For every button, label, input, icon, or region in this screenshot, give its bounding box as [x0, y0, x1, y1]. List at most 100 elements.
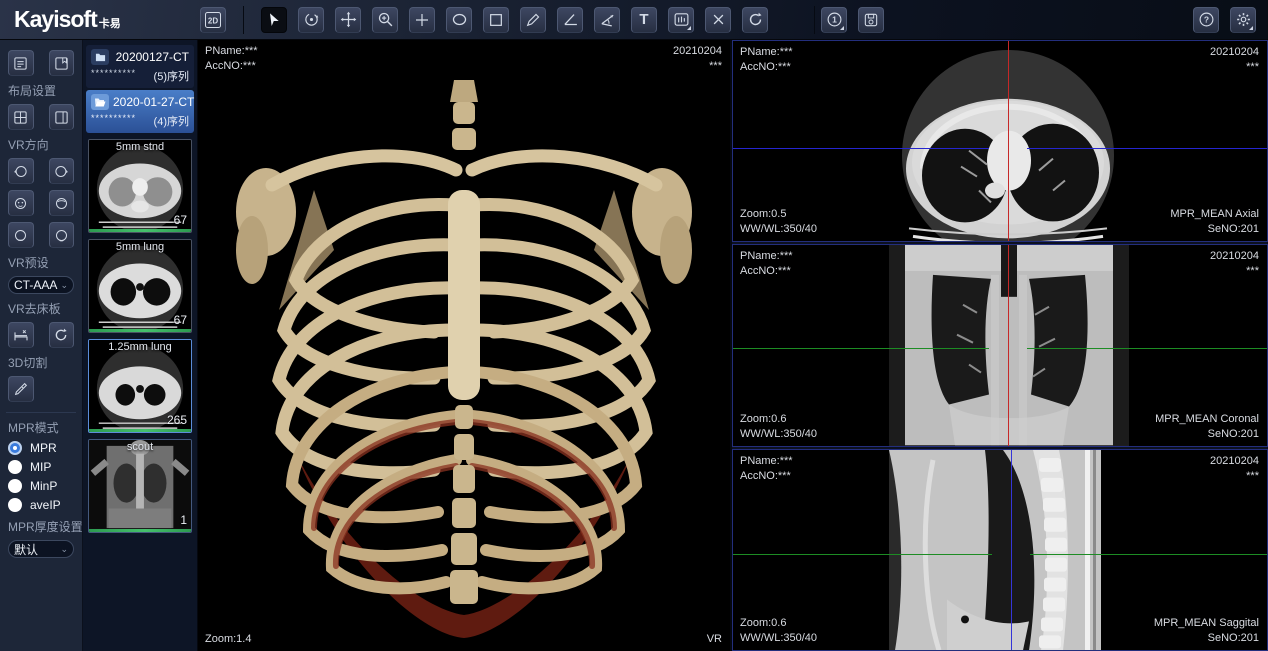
pname-text: PName:***: [740, 249, 793, 264]
remove-bed-button[interactable]: [8, 322, 34, 348]
coronal-overlay-mode: MPR_MEAN Coronal SeNO:201: [1155, 412, 1259, 442]
head-back-icon: [54, 196, 69, 211]
rectangle-tool-button[interactable]: [483, 7, 509, 33]
vr-overlay-patient: PName:*** AccNO:***: [205, 44, 258, 74]
top-toolbar: Kayisoft 卡易 2D: [0, 0, 1268, 40]
vr-ribcage-rendering: [198, 40, 730, 651]
axial-overlay-date: 20210204 ***: [1210, 45, 1259, 75]
axial-horizontal-reference-line[interactable]: [733, 148, 1267, 149]
cobb-angle-tool-button[interactable]: [594, 7, 620, 33]
layout-main-right-button[interactable]: [49, 104, 75, 130]
thumbnail-progress-bar: [89, 429, 191, 432]
coronal-horizontal-reference-line[interactable]: [733, 348, 1267, 349]
vr-preset-dropdown[interactable]: CT-AAA ⌄: [8, 276, 74, 294]
thumbnail-image-count: 265: [167, 413, 187, 427]
thumbnail-progress-bar: [89, 229, 191, 232]
series-thumbnail-5mm-lung[interactable]: 5mm lung 67: [88, 239, 192, 333]
thumbnail-image-count: 1: [180, 513, 187, 527]
mpr-mode-text: MPR_MEAN Coronal: [1155, 412, 1259, 427]
panel-bookmark-icon: [54, 56, 69, 71]
vr-orient-posterior-button[interactable]: [49, 190, 75, 216]
mpr-axial-viewport[interactable]: PName:*** AccNO:*** 20210204 *** Zoom:0.…: [732, 40, 1268, 242]
mpr-mode-option-mpr[interactable]: MPR: [8, 441, 74, 455]
overlay-info-button[interactable]: 1: [821, 7, 847, 33]
mpr-mode-option-aveip[interactable]: aveIP: [8, 498, 74, 512]
crosshair-locate-tool-button[interactable]: [409, 7, 435, 33]
remove-bed-label: VR去床板: [8, 300, 74, 317]
help-icon: ?: [1198, 11, 1215, 28]
study-item-2-selected[interactable]: 2020-01-27-CT ********** (4)序列: [86, 90, 194, 133]
text-annotation-tool-button[interactable]: T: [631, 7, 657, 33]
vr-orient-left-button[interactable]: [8, 158, 34, 184]
vr-viewport[interactable]: PName:*** AccNO:*** 20210204 *** Zoom:1.…: [198, 40, 730, 651]
axial-overlay-zoom: Zoom:0.5 WW/WL:350/40: [740, 207, 817, 237]
mpr-mode-option-minp[interactable]: MinP: [8, 479, 74, 493]
sagittal-overlay-date: 20210204 ***: [1210, 454, 1259, 484]
brand-text: Kayisoft: [14, 6, 97, 33]
3d-cut-label: 3D切割: [8, 354, 74, 371]
head-left-icon: [13, 164, 28, 179]
radio-label: MPR: [30, 441, 57, 455]
pan-icon: [340, 11, 357, 28]
mpr-thickness-label: MPR厚度设置: [8, 518, 74, 535]
series-thumbnail-scout[interactable]: scout 1: [88, 439, 192, 533]
vr-orient-right-button[interactable]: [49, 158, 75, 184]
3d-cut-button[interactable]: [8, 376, 34, 402]
angle-tool-button[interactable]: [557, 7, 583, 33]
export-save-button[interactable]: [858, 7, 884, 33]
mpr-panel: PName:*** AccNO:*** 20210204 *** Zoom:0.…: [732, 40, 1268, 651]
series-list-icon: [13, 56, 28, 71]
head-right-icon: [54, 164, 69, 179]
pan-tool-button[interactable]: [335, 7, 361, 33]
mpr-sagittal-viewport[interactable]: PName:*** AccNO:*** 20210204 *** Zoom:0.…: [732, 449, 1268, 651]
pencil-measure-tool-button[interactable]: [520, 7, 546, 33]
rotate-3d-icon: [303, 11, 320, 28]
series-thumbnail-125mm-lung[interactable]: 1.25mm lung 265: [88, 339, 192, 433]
radio-label: MinP: [30, 479, 57, 493]
reset-icon: [53, 327, 69, 343]
vr-orient-anterior-button[interactable]: [8, 190, 34, 216]
delete-tool-button[interactable]: [705, 7, 731, 33]
radio-icon: [8, 479, 22, 493]
study-series-count: (4)序列: [154, 113, 189, 129]
thumbnail-label: 5mm stnd: [89, 141, 191, 153]
reset-tool-button[interactable]: [742, 7, 768, 33]
series-list-layout-button[interactable]: [8, 50, 34, 76]
folder-open-icon: [91, 94, 109, 110]
vr-overlay-mode: VR: [707, 632, 722, 647]
series-panel-toggle-button[interactable]: [49, 50, 75, 76]
select-tool-button[interactable]: [261, 7, 287, 33]
vr-direction-label: VR方向: [8, 136, 74, 153]
head-top-icon: [13, 228, 28, 243]
mpr-mode-label: MPR模式: [8, 419, 74, 436]
ellipse-tool-button[interactable]: [446, 7, 472, 33]
vr-orient-superior-button[interactable]: [8, 222, 34, 248]
study-item-1[interactable]: 20200127-CT ********** (5)序列: [86, 45, 194, 88]
mpr-thickness-value: 默认: [14, 541, 38, 558]
accno-text: AccNO:***: [740, 469, 793, 484]
sagittal-vertical-reference-line[interactable]: [1011, 450, 1012, 650]
settings-button[interactable]: [1230, 7, 1256, 33]
axial-vertical-reference-line[interactable]: [1008, 41, 1009, 241]
mpr-thickness-dropdown[interactable]: 默认 ⌄: [8, 540, 74, 558]
mpr-mode-option-mip[interactable]: MIP: [8, 460, 74, 474]
study-title: 20200127-CT: [113, 50, 189, 64]
series-thumbnail-5mm-stnd[interactable]: 5mm stnd 67: [88, 139, 192, 233]
app-logo: Kayisoft 卡易: [0, 6, 200, 33]
study-date-text: 20210204: [1210, 45, 1259, 60]
vr-orient-inferior-button[interactable]: [49, 222, 75, 248]
remove-bed-reset-button[interactable]: [49, 322, 75, 348]
window-level-text: WW/WL:350/40: [740, 631, 817, 646]
layout-grid-button[interactable]: [8, 104, 34, 130]
coronal-vertical-reference-line[interactable]: [1008, 245, 1009, 445]
2d-view-button[interactable]: 2D: [200, 7, 226, 33]
window-level-icon: [673, 11, 690, 28]
help-button[interactable]: ?: [1193, 7, 1219, 33]
window-level-tool-button[interactable]: [668, 7, 694, 33]
mpr-mode-text: MPR_MEAN Saggital: [1154, 616, 1259, 631]
sagittal-horizontal-reference-line[interactable]: [733, 554, 1267, 555]
zoom-tool-button[interactable]: [372, 7, 398, 33]
mpr-coronal-viewport[interactable]: PName:*** AccNO:*** 20210204 *** Zoom:0.…: [732, 244, 1268, 446]
rotate-3d-tool-button[interactable]: [298, 7, 324, 33]
study-patient-masked: **********: [91, 113, 136, 129]
